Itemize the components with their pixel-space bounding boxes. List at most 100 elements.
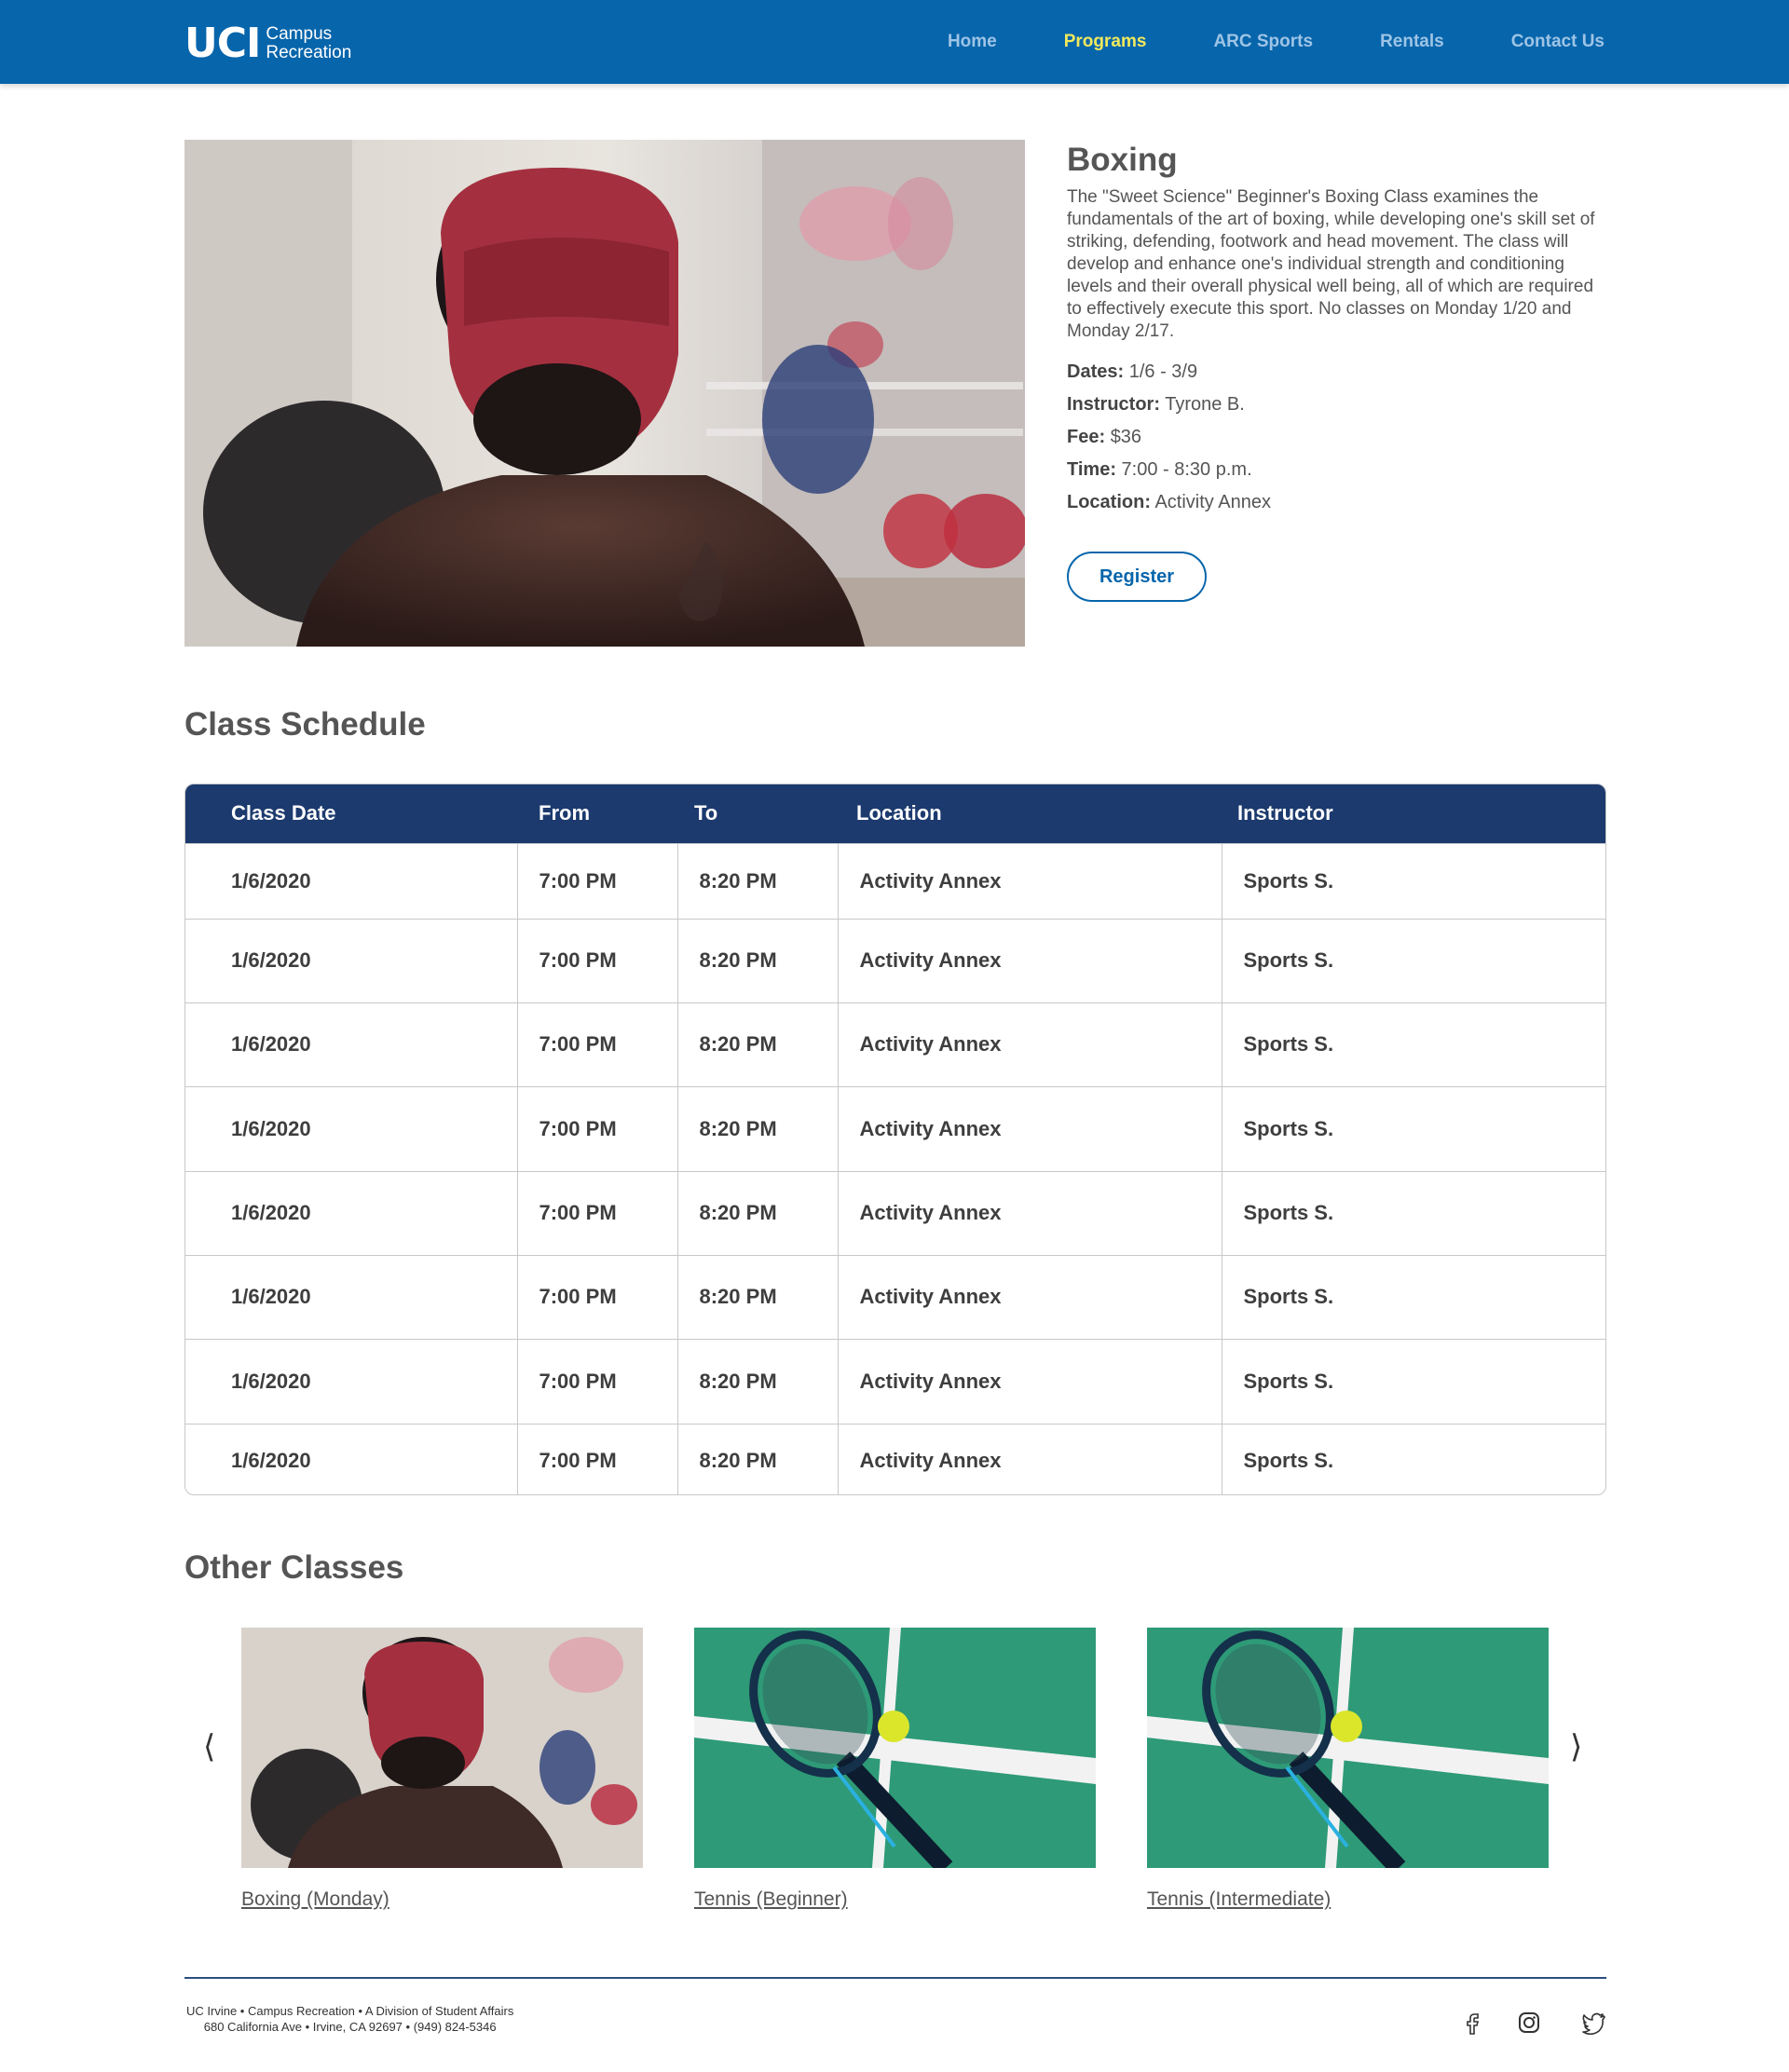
detail-label: Dates: xyxy=(1067,361,1125,382)
detail-value: $36 xyxy=(1110,427,1142,447)
detail-value: Tyrone B. xyxy=(1165,394,1245,415)
table-row: 1/6/2020 7:00 PM 8:20 PM Activity Annex Spor… xyxy=(185,1085,1605,1171)
cell-to: 8:20 PM xyxy=(677,1002,839,1086)
column-header-class-date: Class Date xyxy=(231,801,336,825)
other-class-card-tennis-intermediate[interactable]: Tennis (Intermediate) xyxy=(1147,1628,1549,1911)
cell-class-date: 1/6/2020 xyxy=(185,1002,518,1086)
cell-class-date: 1/6/2020 xyxy=(185,1170,518,1255)
logo-subtitle: Campus Recreation xyxy=(266,25,351,62)
cell-from: 7:00 PM xyxy=(517,1170,678,1255)
cell-class-date: 1/6/2020 xyxy=(185,1085,518,1171)
cell-to: 8:20 PM xyxy=(677,1170,839,1255)
cell-class-date: 1/6/2020 xyxy=(185,1423,518,1494)
cell-instructor: Sports S. xyxy=(1222,1170,1605,1255)
cell-instructor: Sports S. xyxy=(1222,1085,1605,1171)
cell-to: 8:20 PM xyxy=(677,1338,839,1424)
cell-instructor: Sports S. xyxy=(1222,1338,1605,1424)
table-row: 1/6/2020 7:00 PM 8:20 PM Activity Annex Spor… xyxy=(185,1338,1605,1424)
cell-location: Activity Annex xyxy=(838,842,1222,919)
tennis-photo[interactable] xyxy=(694,1628,1096,1868)
nav-contact-us[interactable]: Contact Us xyxy=(1511,32,1605,52)
facebook-icon[interactable] xyxy=(1461,2011,1485,2035)
program-details: Boxing The "Sweet Science" Beginner's Bo… xyxy=(1067,140,1607,519)
other-class-card-boxing-monday[interactable]: Boxing (Monday) xyxy=(241,1628,643,1911)
cell-to: 8:20 PM xyxy=(677,918,839,1002)
cell-location: Activity Annex xyxy=(838,1170,1222,1255)
cell-from: 7:00 PM xyxy=(517,1002,678,1086)
detail-label: Location: xyxy=(1067,492,1151,512)
detail-dates: Dates: 1/6 - 3/9 xyxy=(1067,356,1607,388)
cell-instructor: Sports S. xyxy=(1222,1423,1605,1494)
cell-from: 7:00 PM xyxy=(517,1085,678,1171)
detail-label: Time: xyxy=(1067,459,1116,480)
other-class-card-tennis-beginner[interactable]: Tennis (Beginner) xyxy=(694,1628,1096,1911)
other-class-link[interactable]: Tennis (Intermediate) xyxy=(1147,1888,1331,1911)
table-row: 1/6/2020 7:00 PM 8:20 PM Activity Annex Spor… xyxy=(185,1170,1605,1255)
boxing-photo xyxy=(184,140,1025,647)
nav-arc-sports[interactable]: ARC Sports xyxy=(1213,32,1313,52)
nav-programs[interactable]: Programs xyxy=(1064,32,1147,52)
cell-instructor: Sports S. xyxy=(1222,918,1605,1002)
cell-to: 8:20 PM xyxy=(677,842,839,919)
cell-to: 8:20 PM xyxy=(677,1085,839,1171)
boxing-hero-image xyxy=(184,140,1025,647)
footer-line-1: UC Irvine • Campus Recreation • A Divisi… xyxy=(186,2004,514,2018)
twitter-icon[interactable] xyxy=(1582,2011,1606,2035)
instagram-icon[interactable] xyxy=(1517,2011,1541,2035)
boxing-photo[interactable] xyxy=(241,1628,643,1868)
detail-location: Location: Activity Annex xyxy=(1067,486,1607,519)
detail-value: 7:00 - 8:30 p.m. xyxy=(1121,459,1252,480)
cell-to: 8:20 PM xyxy=(677,1254,839,1339)
cell-from: 7:00 PM xyxy=(517,1254,678,1339)
register-button[interactable]: Register xyxy=(1067,552,1207,602)
cell-class-date: 1/6/2020 xyxy=(185,1338,518,1424)
column-header-from: From xyxy=(539,801,590,825)
cell-from: 7:00 PM xyxy=(517,1338,678,1424)
logo-uci-text: UCI xyxy=(184,20,261,67)
cell-instructor: Sports S. xyxy=(1222,842,1605,919)
cell-location: Activity Annex xyxy=(838,1338,1222,1424)
cell-class-date: 1/6/2020 xyxy=(185,842,518,919)
class-schedule-title: Class Schedule xyxy=(184,706,426,743)
table-row: 1/6/2020 7:00 PM 8:20 PM Activity Annex Spor… xyxy=(185,1002,1605,1086)
cell-location: Activity Annex xyxy=(838,1002,1222,1086)
detail-label: Instructor: xyxy=(1067,394,1160,415)
cell-class-date: 1/6/2020 xyxy=(185,1254,518,1339)
cell-location: Activity Annex xyxy=(838,918,1222,1002)
detail-instructor: Instructor: Tyrone B. xyxy=(1067,388,1607,421)
detail-fee: Fee: $36 xyxy=(1067,421,1607,454)
cell-from: 7:00 PM xyxy=(517,1423,678,1494)
cell-instructor: Sports S. xyxy=(1222,1002,1605,1086)
detail-time: Time: 7:00 - 8:30 p.m. xyxy=(1067,454,1607,486)
nav-rentals[interactable]: Rentals xyxy=(1380,32,1444,52)
column-header-instructor: Instructor xyxy=(1237,801,1333,825)
uci-campus-recreation-logo[interactable]: UCI Campus Recreation xyxy=(184,22,351,65)
logo-line-2: Recreation xyxy=(266,43,352,62)
table-row: 1/6/2020 7:00 PM 8:20 PM Activity Annex Spor… xyxy=(185,1254,1605,1339)
column-header-to: To xyxy=(694,801,718,825)
detail-label: Fee: xyxy=(1067,427,1106,447)
site-header: UCI Campus Recreation Home Programs ARC … xyxy=(0,0,1789,84)
class-schedule-table: Class Date From To Location Instructor 1… xyxy=(184,784,1606,1495)
other-class-link[interactable]: Tennis (Beginner) xyxy=(694,1888,848,1911)
table-row: 1/6/2020 7:00 PM 8:20 PM Activity Annex Spor… xyxy=(185,842,1605,919)
nav-home[interactable]: Home xyxy=(948,32,997,52)
program-description: The "Sweet Science" Beginner's Boxing Cl… xyxy=(1067,187,1595,341)
other-class-link[interactable]: Boxing (Monday) xyxy=(241,1888,389,1911)
cell-instructor: Sports S. xyxy=(1222,1254,1605,1339)
cell-location: Activity Annex xyxy=(838,1085,1222,1171)
chevron-right-icon[interactable]: ⟩ xyxy=(1570,1728,1582,1765)
cell-location: Activity Annex xyxy=(838,1423,1222,1494)
cell-location: Activity Annex xyxy=(838,1254,1222,1339)
table-row: 1/6/2020 7:00 PM 8:20 PM Activity Annex Spor… xyxy=(185,918,1605,1002)
program-title: Boxing xyxy=(1067,142,1178,178)
logo-line-1: Campus xyxy=(266,24,333,44)
column-header-location: Location xyxy=(856,801,942,825)
table-header-row: Class Date From To Location Instructor xyxy=(185,784,1605,843)
detail-value: 1/6 - 3/9 xyxy=(1128,361,1198,382)
detail-value: Activity Annex xyxy=(1154,492,1271,512)
cell-class-date: 1/6/2020 xyxy=(185,918,518,1002)
chevron-left-icon[interactable]: ⟨ xyxy=(203,1728,215,1765)
other-classes-title: Other Classes xyxy=(184,1549,404,1586)
tennis-photo[interactable] xyxy=(1147,1628,1549,1868)
